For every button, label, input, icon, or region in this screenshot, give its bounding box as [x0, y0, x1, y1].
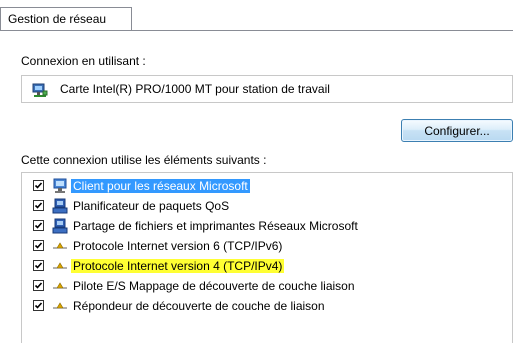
list-item-ipv4[interactable]: Protocole Internet version 4 (TCP/IPv4): [22, 256, 502, 276]
network-service-icon: [52, 218, 68, 234]
item-label: Protocole Internet version 6 (TCP/IPv6): [73, 239, 283, 253]
tab-networking[interactable]: Gestion de réseau: [0, 7, 132, 31]
item-checkbox[interactable]: [33, 200, 44, 211]
item-label: Planificateur de paquets QoS: [73, 199, 230, 213]
item-label: Protocole Internet version 4 (TCP/IPv4): [71, 259, 285, 273]
item-label: Pilote E/S Mappage de découverte de couc…: [73, 279, 355, 293]
item-checkbox[interactable]: [33, 300, 44, 311]
list-item-client[interactable]: Client pour les réseaux Microsoft: [22, 176, 502, 196]
network-service-icon: [52, 198, 68, 214]
items-label: Cette connexion utilise les éléments sui…: [21, 153, 267, 167]
tab-strip: Gestion de réseau: [0, 0, 513, 31]
item-checkbox[interactable]: [33, 280, 44, 291]
connect-using-label: Connexion en utilisant :: [21, 54, 146, 68]
item-checkbox[interactable]: [33, 220, 44, 231]
item-label: Partage de fichiers et imprimantes Résea…: [73, 219, 358, 233]
protocol-icon: [52, 238, 68, 254]
network-adapter-icon: [32, 82, 48, 98]
tab-label: Gestion de réseau: [8, 12, 107, 26]
protocol-icon: [52, 298, 68, 314]
components-list[interactable]: Client pour les réseaux Microsoft Planif…: [21, 172, 513, 343]
adapter-name: Carte Intel(R) PRO/1000 MT pour station …: [60, 82, 330, 96]
adapter-field: Carte Intel(R) PRO/1000 MT pour station …: [21, 75, 513, 103]
item-label: Client pour les réseaux Microsoft: [71, 179, 250, 193]
item-checkbox[interactable]: [33, 180, 44, 191]
list-item-lltd-mapper[interactable]: Pilote E/S Mappage de découverte de couc…: [22, 276, 502, 296]
item-checkbox[interactable]: [33, 240, 44, 251]
protocol-icon: [52, 258, 68, 274]
item-checkbox[interactable]: [33, 260, 44, 271]
list-item-qos[interactable]: Planificateur de paquets QoS: [22, 196, 502, 216]
item-label: Répondeur de découverte de couche de lia…: [73, 299, 325, 313]
list-item-file-sharing[interactable]: Partage de fichiers et imprimantes Résea…: [22, 216, 502, 236]
configure-button[interactable]: Configurer...: [401, 119, 513, 142]
list-item-lltd-responder[interactable]: Répondeur de découverte de couche de lia…: [22, 296, 502, 316]
protocol-icon: [52, 278, 68, 294]
list-item-ipv6[interactable]: Protocole Internet version 6 (TCP/IPv6): [22, 236, 502, 256]
network-client-icon: [52, 178, 68, 194]
networking-panel: Connexion en utilisant : Carte Intel(R) …: [0, 30, 513, 343]
